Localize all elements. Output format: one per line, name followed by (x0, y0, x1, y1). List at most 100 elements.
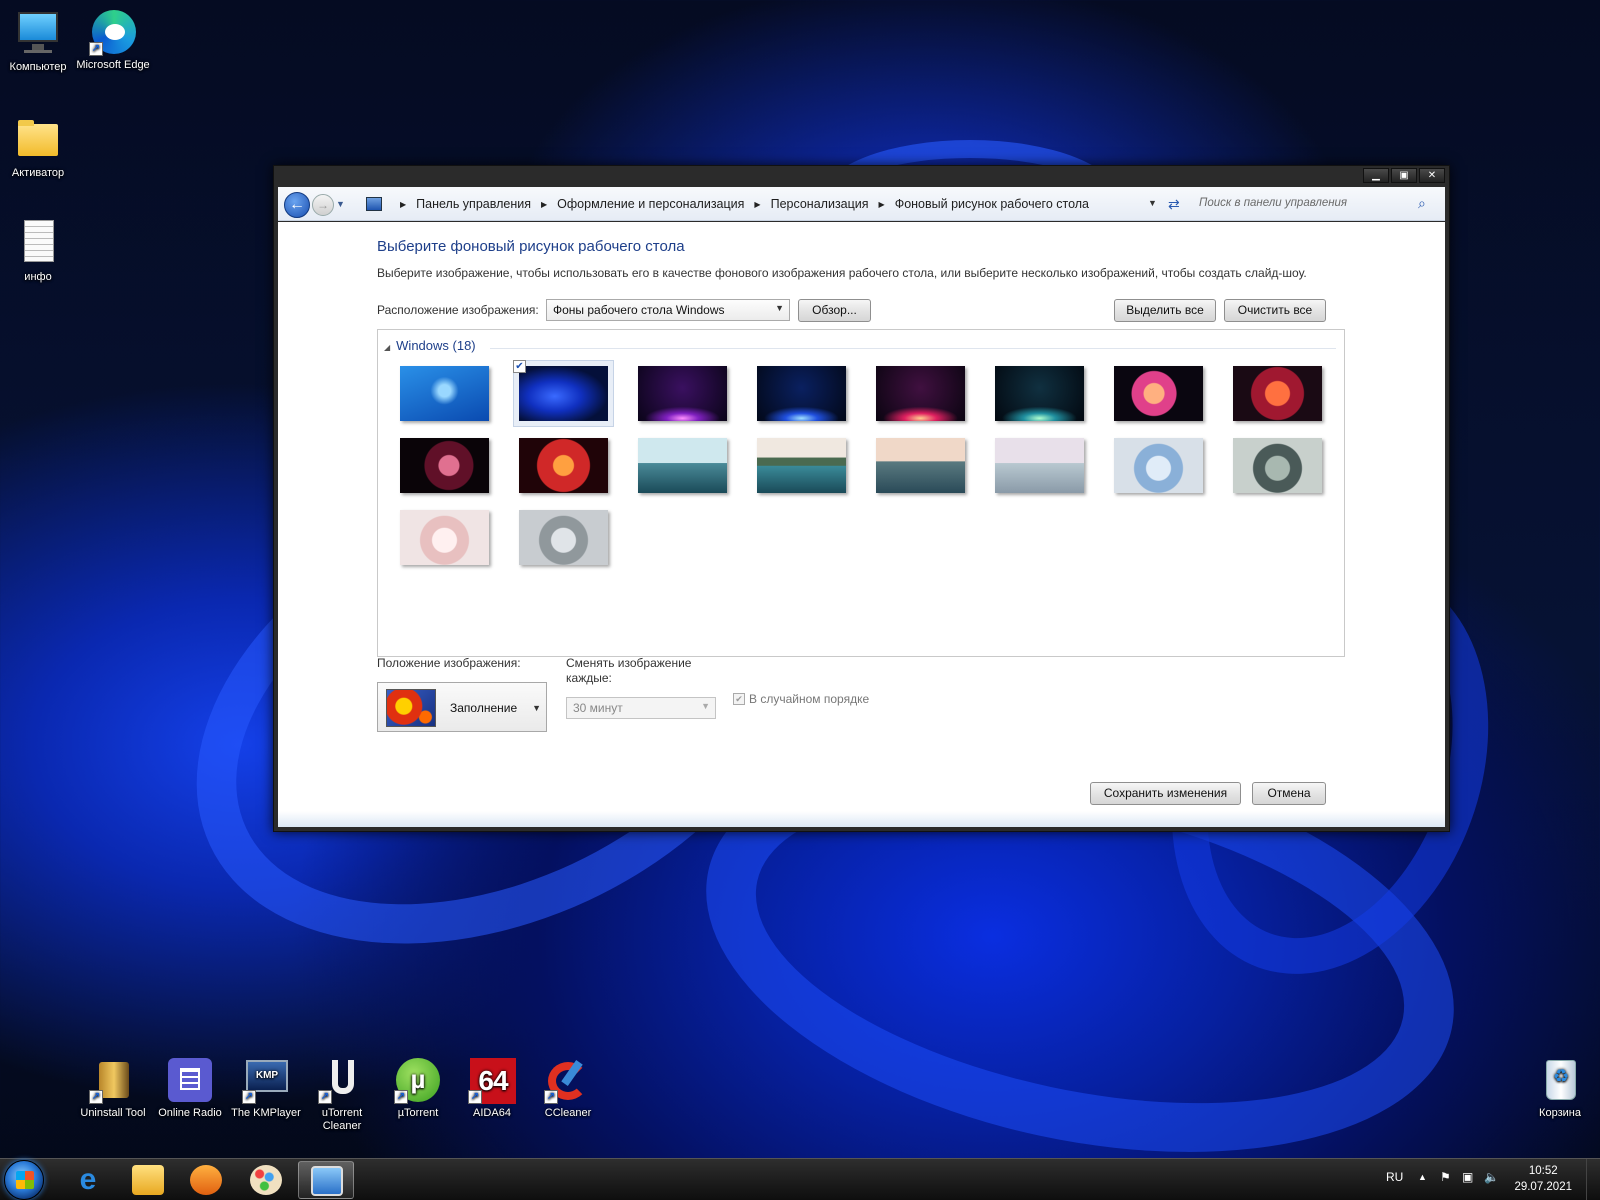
browse-button[interactable]: Обзор... (798, 299, 871, 322)
back-button[interactable]: ← (284, 192, 310, 218)
wallpaper-thumbnail[interactable] (638, 366, 727, 421)
footer-gradient (278, 811, 1445, 827)
content-area: Выберите фоновый рисунок рабочего стола … (278, 222, 1445, 827)
taskbar-explorer[interactable] (120, 1161, 176, 1199)
wallpaper-thumbnail[interactable] (995, 366, 1084, 421)
desktop-icon-label: Microsoft Edge (76, 59, 150, 71)
desktop-icon-label: инфо (24, 271, 52, 283)
breadcrumb-arrow-icon[interactable]: ▶ (754, 200, 760, 209)
close-button[interactable]: ✕ (1419, 168, 1445, 183)
save-changes-button[interactable]: Сохранить изменения (1090, 782, 1241, 805)
ccleaner-icon: ↗ (544, 1056, 592, 1104)
desktop-icon-info[interactable]: инфо (1, 220, 75, 284)
address-bar: ← → ▼ ▶ Панель управления ▶ Оформление и… (278, 187, 1445, 221)
wallpaper-thumbnail[interactable] (519, 510, 608, 565)
wallpaper-thumbnail[interactable] (400, 438, 489, 493)
thumbnail-checkbox[interactable]: ✔ (513, 360, 526, 373)
address-dropdown-icon[interactable]: ▼ (1148, 198, 1157, 208)
location-select-value: Фоны рабочего стола Windows (553, 303, 725, 317)
control-panel-icon[interactable] (366, 197, 382, 211)
desktop-icon-label: Online Radio (158, 1107, 222, 1119)
taskbar: e RU ▲ ⚑ ▣ 🔈 10:52 29.07.2021 (0, 1158, 1600, 1200)
wallpaper-thumbnail[interactable] (876, 438, 965, 493)
explorer-icon (132, 1165, 164, 1195)
position-preview-image (386, 689, 436, 727)
clock-date: 29.07.2021 (1514, 1181, 1572, 1193)
taskbar-media-player[interactable] (178, 1161, 234, 1199)
tray-overflow-icon[interactable]: ▲ (1418, 1172, 1427, 1182)
desktop-icon-recycle-bin[interactable]: ♻ Корзина (1523, 1056, 1597, 1120)
network-icon[interactable]: ▣ (1462, 1170, 1473, 1184)
location-select[interactable]: Фоны рабочего стола Windows ▼ (546, 299, 790, 321)
cancel-button[interactable]: Отмена (1252, 782, 1326, 805)
desktop-icon-label: The KMPlayer (231, 1107, 301, 1119)
maximize-button[interactable]: ▣ (1391, 168, 1417, 183)
windows-logo-icon (16, 1171, 34, 1189)
breadcrumb-arrow-icon[interactable]: ▶ (541, 200, 547, 209)
shuffle-label: В случайном порядке (749, 692, 870, 706)
shuffle-checkbox[interactable]: ✔ В случайном порядке (733, 692, 869, 706)
thumbnail-grid: ✔ (400, 360, 1322, 565)
desktop-icon-kmplayer[interactable]: KMP ↗ The KMPlayer (229, 1056, 303, 1120)
breadcrumb-arrow-icon[interactable]: ▶ (400, 200, 406, 209)
title-bar[interactable]: ▁ ▣ ✕ (274, 166, 1449, 186)
search-input[interactable]: Поиск в панели управления (1193, 194, 1453, 215)
breadcrumb-personalization[interactable]: Персонализация (771, 197, 869, 211)
breadcrumb-desktop-background[interactable]: Фоновый рисунок рабочего стола (895, 197, 1089, 211)
aida64-icon: 64 ↗ (468, 1056, 516, 1104)
interval-select[interactable]: 30 минут ▼ (566, 697, 716, 719)
desktop-icon-online-radio[interactable]: Online Radio (153, 1056, 227, 1120)
ie-icon: e (79, 1163, 97, 1196)
taskbar-ie[interactable]: e (60, 1161, 116, 1199)
select-all-button[interactable]: Выделить все (1114, 299, 1216, 322)
desktop-icon-label: Компьютер (9, 61, 67, 73)
wallpaper-thumbnail[interactable] (757, 366, 846, 421)
show-desktop-button[interactable] (1586, 1159, 1600, 1200)
desktop-icon-utorrent-cleaner[interactable]: ↗ uTorrent Cleaner (305, 1056, 379, 1133)
wallpaper-thumbnail[interactable] (995, 438, 1084, 493)
desktop-background-window: ▁ ▣ ✕ ← → ▼ ▶ Панель управления ▶ Оформл… (273, 165, 1450, 832)
volume-icon[interactable]: 🔈 (1484, 1170, 1499, 1184)
desktop-icon-ccleaner[interactable]: ↗ CCleaner (531, 1056, 605, 1120)
desktop-icon-computer[interactable]: Компьютер (1, 10, 75, 74)
breadcrumb-arrow-icon[interactable]: ▶ (879, 200, 885, 209)
refresh-icon[interactable]: ⇄ (1168, 196, 1180, 213)
desktop-icon-uninstall-tool[interactable]: ↗ Uninstall Tool (76, 1056, 150, 1120)
search-icon[interactable]: ⌕ (1418, 195, 1426, 212)
history-dropdown-icon[interactable]: ▼ (336, 199, 345, 209)
wallpaper-thumbnail[interactable] (1114, 366, 1203, 421)
action-center-flag-icon[interactable]: ⚑ (1440, 1170, 1451, 1184)
wallpaper-thumbnail[interactable] (1114, 438, 1203, 493)
wallpaper-thumbnail[interactable] (519, 438, 608, 493)
position-label: Положение изображения: (377, 656, 521, 670)
wallpaper-thumbnail[interactable]: ✔ (513, 360, 613, 426)
taskbar-personalization[interactable] (298, 1161, 354, 1199)
language-indicator[interactable]: RU (1386, 1170, 1403, 1184)
wallpaper-thumbnail[interactable] (1233, 438, 1322, 493)
clear-all-button[interactable]: Очистить все (1224, 299, 1326, 322)
wallpaper-thumbnail[interactable] (757, 438, 846, 493)
wallpaper-thumbnail[interactable] (400, 366, 489, 421)
wallpaper-thumbnail[interactable] (1233, 366, 1322, 421)
minimize-button[interactable]: ▁ (1363, 168, 1389, 183)
desktop-icon-aida64[interactable]: 64 ↗ AIDA64 (455, 1056, 529, 1120)
breadcrumb-appearance[interactable]: Оформление и персонализация (557, 197, 744, 211)
position-select[interactable]: Заполнение ▼ (377, 682, 547, 732)
desktop-icon-activator[interactable]: Активатор (1, 116, 75, 180)
desktop-icon-label: Активатор (11, 167, 65, 179)
group-header[interactable]: ◢ Windows (18) (384, 338, 476, 353)
breadcrumb-control-panel[interactable]: Панель управления (416, 197, 531, 211)
wallpaper-thumbnail[interactable] (638, 438, 727, 493)
breadcrumb: ▶ Панель управления ▶ Оформление и персо… (366, 197, 1089, 211)
computer-icon (14, 10, 62, 58)
desktop-icon-label: Корзина (1539, 1107, 1581, 1119)
forward-button[interactable]: → (312, 194, 334, 216)
start-button[interactable] (4, 1160, 44, 1200)
taskbar-paint[interactable] (238, 1161, 294, 1199)
desktop-icon-utorrent[interactable]: µ ↗ µTorrent (381, 1056, 455, 1120)
clock[interactable]: 10:52 29.07.2021 (1514, 1163, 1572, 1195)
wallpaper-thumbnail[interactable] (400, 510, 489, 565)
collapse-arrow-icon[interactable]: ◢ (384, 343, 390, 352)
desktop-icon-edge[interactable]: ↗ Microsoft Edge (76, 8, 150, 72)
wallpaper-thumbnail[interactable] (876, 366, 965, 421)
